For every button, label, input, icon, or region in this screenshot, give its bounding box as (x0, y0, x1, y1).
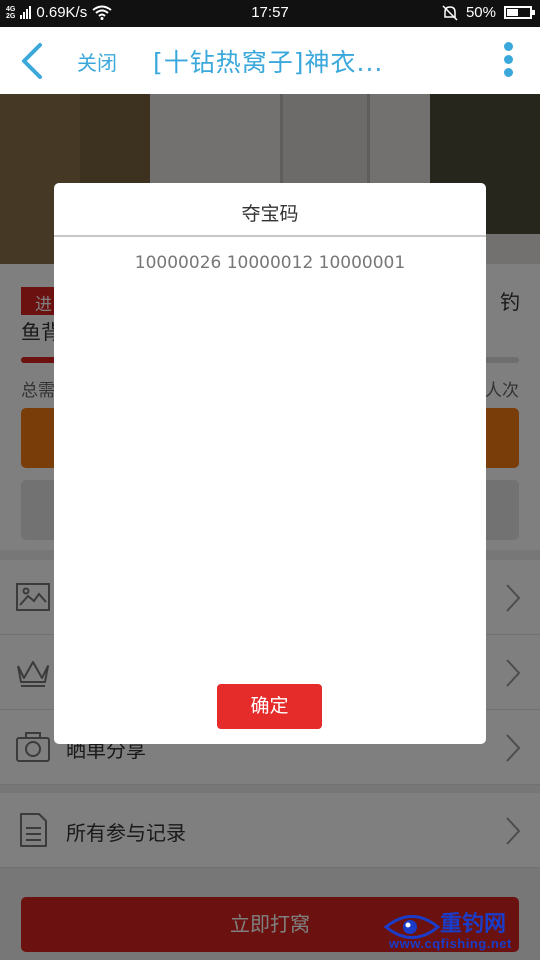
status-bar: 4G 2G 0.69K/s 17:57 50% (0, 0, 540, 27)
chevron-left-icon[interactable] (18, 41, 48, 81)
dialog-divider (54, 235, 486, 237)
confirm-button[interactable]: 确定 (217, 684, 322, 729)
watermark-url: www.cqfishing.net (389, 936, 512, 951)
vertical-dots-icon[interactable] (504, 42, 514, 80)
app-header: 关闭 [十钻热窝子]神衣... (0, 27, 540, 94)
lottery-codes: 10000026 10000012 10000001 (134, 253, 406, 273)
close-link[interactable]: 关闭 (77, 47, 117, 76)
battery-percent: 50% (465, 4, 496, 21)
alarm-off-icon (442, 4, 458, 21)
battery-icon (504, 6, 535, 19)
dialog-title: 夺宝码 (241, 203, 299, 225)
page-title: [十钻热窝子]神衣... (153, 48, 384, 77)
lottery-code-dialog: 夺宝码 10000026 10000012 10000001 确定 (54, 183, 486, 744)
site-watermark: 重钓网 www.cqfishing.net (384, 898, 534, 954)
watermark-brand: 重钓网 (440, 911, 507, 936)
